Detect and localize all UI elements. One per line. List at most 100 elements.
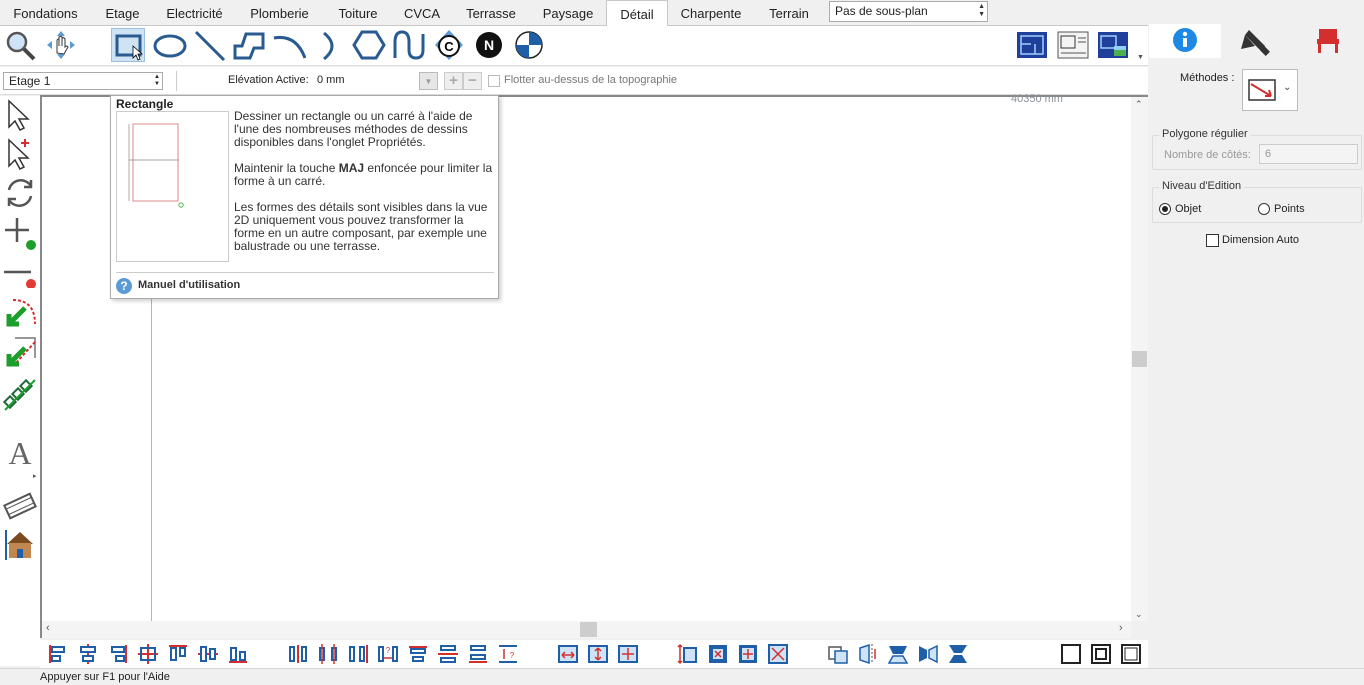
semicircle-tool[interactable]: [312, 28, 346, 62]
align-left-button[interactable]: [47, 643, 69, 665]
scroll-left-icon[interactable]: ‹: [46, 622, 50, 634]
methods-dropdown[interactable]: ⌄: [1242, 69, 1298, 111]
3d-view-tool[interactable]: [3, 528, 37, 562]
reflect-vertical-button[interactable]: [947, 643, 969, 665]
match-width-button[interactable]: [557, 643, 579, 665]
chamfer-tool[interactable]: [3, 336, 37, 370]
tab-detail[interactable]: Détail: [606, 0, 668, 27]
tab-furniture[interactable]: [1292, 24, 1364, 58]
polygon-tool[interactable]: [352, 28, 386, 62]
tab-terrain[interactable]: Terrain: [754, 0, 824, 26]
float-topography-checkbox[interactable]: [488, 75, 500, 87]
remove-elevation-button[interactable]: −: [463, 72, 482, 90]
tab-fondations[interactable]: Fondations: [0, 0, 91, 26]
north-arrow-tool[interactable]: N: [472, 28, 506, 62]
distribute-v-space-button[interactable]: ?: [497, 643, 519, 665]
tab-charpente[interactable]: Charpente: [668, 0, 754, 26]
align-center-h-button[interactable]: [77, 643, 99, 665]
horizontal-scrollbar[interactable]: ‹ ›: [42, 621, 1131, 638]
floor-select[interactable]: Etage 1 ▲ ▼: [3, 72, 163, 90]
distribute-top-button[interactable]: [407, 643, 429, 665]
align-bottom-button[interactable]: [227, 643, 249, 665]
distribute-middle-button[interactable]: [437, 643, 459, 665]
fillet-tool[interactable]: [3, 296, 37, 330]
text-tool[interactable]: A: [3, 434, 37, 471]
add-point-tool[interactable]: [3, 216, 37, 250]
tab-paysage[interactable]: Paysage: [530, 0, 606, 26]
distribute-bottom-button[interactable]: [467, 643, 489, 665]
align-top-button[interactable]: [167, 643, 189, 665]
border-frame-button[interactable]: [1120, 643, 1142, 665]
sides-input[interactable]: 6: [1259, 144, 1358, 164]
plan-view-button[interactable]: [1015, 28, 1049, 62]
line-tool[interactable]: [193, 28, 227, 62]
user-manual-link[interactable]: Manuel d'utilisation: [138, 279, 240, 291]
shrink-to-box-button[interactable]: [767, 643, 789, 665]
scroll-right-icon[interactable]: ›: [1119, 622, 1123, 634]
multi-select-tool[interactable]: [3, 137, 37, 171]
size-height-button[interactable]: [677, 643, 699, 665]
tooltip-paragraph: Les formes des détails sont visibles dan…: [234, 200, 488, 253]
align-centers-button[interactable]: [137, 643, 159, 665]
layout-view-button[interactable]: [1056, 28, 1090, 62]
points-radio[interactable]: [1258, 203, 1270, 215]
site-view-button[interactable]: [1096, 28, 1130, 62]
spline-tool[interactable]: [392, 28, 426, 62]
match-height-button[interactable]: [587, 643, 609, 665]
break-line-tool[interactable]: [2, 378, 37, 412]
tab-etage[interactable]: Etage: [91, 0, 154, 26]
line-remove-icon: [4, 270, 36, 289]
tab-terrasse[interactable]: Terrasse: [452, 0, 530, 26]
zoom-tool[interactable]: [3, 28, 37, 62]
marker-tool[interactable]: [512, 28, 546, 62]
mirror-vertical-button[interactable]: [887, 643, 909, 665]
auto-dimension-checkbox[interactable]: [1206, 234, 1219, 247]
rotate-tool[interactable]: [3, 176, 37, 210]
vertical-scrollbar[interactable]: ⌃ ⌄: [1131, 97, 1148, 622]
subplan-select-value: Pas de sous-plan: [835, 4, 928, 18]
tab-cvca[interactable]: CVCA: [392, 0, 452, 26]
tab-electricite[interactable]: Electricité: [154, 0, 235, 26]
toolbar-more-icon[interactable]: ▼: [1137, 54, 1144, 61]
delete-point-tool[interactable]: [3, 254, 37, 289]
reflect-horizontal-button[interactable]: [917, 643, 939, 665]
align-right-button[interactable]: [107, 643, 129, 665]
distribute-center-button[interactable]: [317, 643, 339, 665]
copyright-tool[interactable]: C: [432, 28, 466, 62]
scroll-down-icon[interactable]: ⌄: [1135, 609, 1143, 620]
vertical-scroll-thumb[interactable]: [1132, 351, 1147, 367]
copy-paste-button[interactable]: [827, 643, 849, 665]
mirror-horizontal-button[interactable]: [857, 643, 879, 665]
pan-tool[interactable]: [44, 28, 78, 62]
target-marker-icon: [515, 31, 543, 59]
text-a-icon: A: [8, 435, 31, 471]
elevation-dropdown[interactable]: ▼: [419, 72, 438, 90]
frame-button[interactable]: [1060, 643, 1082, 665]
distribute-space-button[interactable]: ?: [377, 643, 399, 665]
match-size-button[interactable]: [617, 643, 639, 665]
tab-toiture[interactable]: Toiture: [324, 0, 392, 26]
expand-arrow-icon[interactable]: ▸: [33, 472, 37, 480]
rectangle-preview-icon: [128, 123, 184, 208]
tab-plomberie[interactable]: Plomberie: [235, 0, 324, 26]
distribute-right-button[interactable]: [347, 643, 369, 665]
align-middle-button[interactable]: [197, 643, 219, 665]
distribute-left-button[interactable]: [287, 643, 309, 665]
select-tool[interactable]: [3, 98, 37, 132]
expand-to-box-button[interactable]: [737, 643, 759, 665]
object-radio[interactable]: [1159, 203, 1171, 215]
add-elevation-button[interactable]: +: [444, 72, 463, 90]
scroll-up-icon[interactable]: ⌃: [1135, 99, 1143, 110]
tab-info[interactable]: [1149, 24, 1221, 58]
horizontal-scroll-thumb[interactable]: [580, 622, 597, 637]
match-height-icon: [588, 645, 608, 663]
tab-style[interactable]: [1221, 24, 1293, 58]
subplan-select[interactable]: Pas de sous-plan ▲ ▼: [829, 1, 988, 22]
arc-tool[interactable]: [272, 28, 307, 62]
rectangle-tool[interactable]: [111, 28, 145, 62]
ellipse-tool[interactable]: [153, 28, 187, 62]
nested-frame-button[interactable]: [1090, 643, 1112, 665]
center-in-box-button[interactable]: [707, 643, 729, 665]
camera-tool[interactable]: [3, 489, 37, 523]
polyline-tool[interactable]: [232, 28, 266, 62]
